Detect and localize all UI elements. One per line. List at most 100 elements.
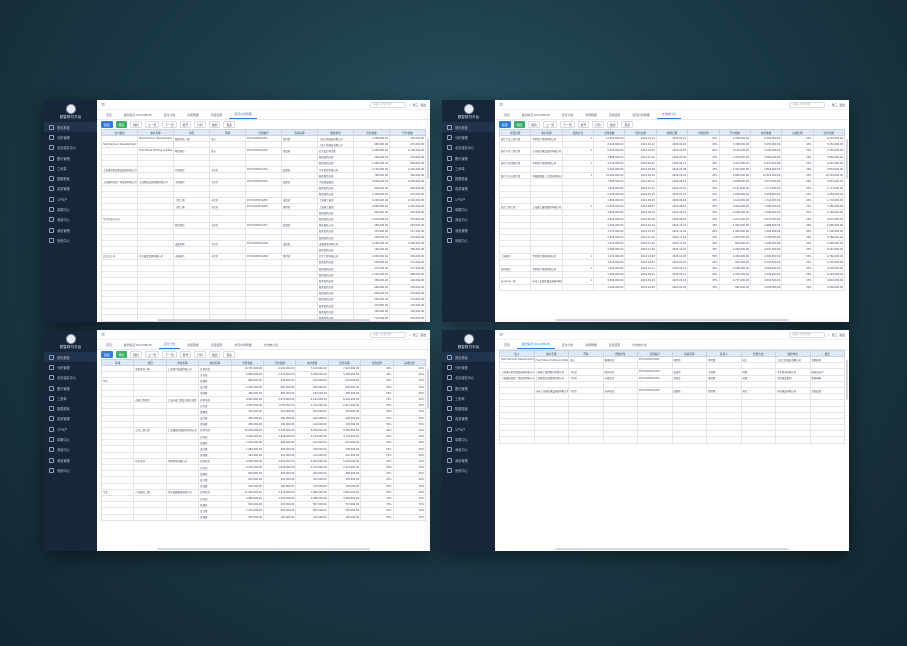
sidebar-item[interactable]: 各类管理 › [442,184,495,194]
sidebar-item[interactable]: 单据中心 › [44,204,97,214]
sidebar-item[interactable]: 履约管理 › [442,383,495,393]
sidebar-item[interactable]: 消息中心 › [44,445,97,455]
toolbar-button[interactable]: 导出 [115,121,128,128]
tab[interactable]: 月度结算 [604,342,626,349]
sidebar-item[interactable]: 北京建信中心 › [442,373,495,383]
sidebar-item[interactable]: 数据看板 › [44,173,97,183]
sidebar-item[interactable]: 分析管理 › [44,132,97,142]
sidebar-item[interactable]: 北京建信中心 › [44,143,97,153]
toolbar-button[interactable]: 更多 [223,351,236,358]
sidebar-item[interactable]: 分析管理 › [442,132,495,142]
sidebar-item[interactable]: 工资单 › [44,163,97,173]
toolbar-button[interactable]: 刷新 [130,351,142,358]
search-input[interactable]: 请输入搜索内容 [789,101,826,108]
sidebar-item[interactable]: 消息管理 › [44,225,97,235]
tab[interactable]: 月度结算 [206,342,228,349]
sidebar-item[interactable]: 首页看板 › [442,122,495,133]
sidebar-item[interactable]: 系统中心 › [442,235,495,245]
sidebar-item[interactable]: 消息中心 › [442,215,495,225]
sidebar-item[interactable]: 首页看板 › [442,352,495,363]
user-menu[interactable]: ⌕ 张三 退出 [828,103,845,107]
search-icon[interactable]: ⌕ [409,333,411,337]
logout-link[interactable]: 退出 [420,103,426,107]
toolbar-button[interactable]: 打印 [194,121,206,128]
sidebar-item[interactable]: 单据中心 › [44,434,97,444]
sidebar-item[interactable]: 数据看板 › [442,173,495,183]
sidebar-item[interactable]: 北京建信中心 › [442,143,495,153]
sidebar-item[interactable]: 工资单 › [442,393,495,403]
toolbar-button[interactable]: 筛选 [499,121,511,128]
sidebar-item[interactable]: 履约管理 › [44,153,97,163]
tab[interactable]: 付款统计表 [259,342,283,349]
sidebar-item[interactable]: 消息中心 › [44,215,97,225]
logout-link[interactable]: 退出 [839,103,845,107]
sidebar-item[interactable]: 1户8户 › [44,424,97,434]
toolbar-button[interactable]: 上一页 [542,121,558,128]
user-menu[interactable]: ⌕ 张三 退出 [409,333,426,337]
toolbar-button[interactable]: 打印 [194,351,206,358]
tab[interactable]: 履约情况 NOAHMOB [516,341,555,349]
vertical-scrollbar[interactable] [427,369,429,409]
tab[interactable]: 首页 [499,112,515,119]
tab[interactable]: 款项明细 [182,342,204,349]
toolbar-button[interactable]: 收起 [606,121,619,128]
sidebar-item[interactable]: 履约管理 › [442,153,495,163]
toolbar-button[interactable]: 展开 [179,351,192,358]
sidebar-item[interactable]: 数据看板 › [44,403,97,413]
menu-toggle-icon[interactable]: ≡ [499,332,503,338]
sidebar-item[interactable]: 北京建信中心 › [44,373,97,383]
logout-link[interactable]: 退出 [839,333,845,337]
toolbar-button[interactable]: 下一页 [162,121,177,128]
sidebar-item[interactable]: 数据看板 › [442,403,495,413]
toolbar-button[interactable]: 更多 [223,121,236,128]
sidebar-item[interactable]: 单据中心 › [442,434,495,444]
toolbar-button[interactable]: 刷新 [130,121,142,128]
horizontal-scrollbar[interactable] [157,319,370,321]
toolbar-button[interactable]: 导出 [115,351,128,358]
search-icon[interactable]: ⌕ [828,103,830,107]
toolbar-button[interactable]: 刷新 [528,121,540,128]
toolbar-button[interactable]: 上一页 [144,351,160,358]
vertical-scrollbar[interactable] [427,139,429,179]
tab[interactable]: 首页 [101,112,117,119]
sidebar-item[interactable]: 消息管理 › [442,225,495,235]
sidebar-item[interactable]: 工资单 › [44,393,97,403]
tab[interactable]: 首页 [499,342,515,349]
toolbar-button[interactable]: 筛选 [101,351,113,358]
tab[interactable]: 履约情况 NOAHMOB [119,342,157,349]
tab[interactable]: 首页 [101,342,117,349]
sidebar-item[interactable]: 工资单 › [442,163,495,173]
sidebar-item[interactable]: 单据中心 › [442,204,495,214]
toolbar-button[interactable]: 展开 [179,121,192,128]
tab[interactable]: 应付计划 [158,341,181,349]
search-input[interactable]: 请输入搜索内容 [370,331,407,338]
toolbar-button[interactable]: 下一页 [162,351,177,358]
toolbar-button[interactable]: 下一页 [560,121,575,128]
toolbar-button[interactable]: 收起 [208,351,221,358]
sidebar-item[interactable]: 1户8户 › [442,424,495,434]
search-icon[interactable]: ⌕ [409,103,411,107]
search-icon[interactable]: ⌕ [828,333,830,337]
horizontal-scrollbar[interactable] [555,548,789,550]
toolbar-button[interactable]: 展开 [577,121,590,128]
search-input[interactable]: 请输入搜索内容 [789,331,826,338]
sidebar-item[interactable]: 系统中心 › [442,465,495,475]
menu-toggle-icon[interactable]: ≡ [101,102,105,108]
sidebar-item[interactable]: 1户8户 › [44,194,97,204]
horizontal-scrollbar[interactable] [555,319,789,321]
tab[interactable]: 应付计划 [557,112,579,119]
toolbar-button[interactable]: 上一页 [144,121,160,128]
user-menu[interactable]: ⌕ 张三 退出 [828,333,845,337]
sidebar-item[interactable]: 各类管理 › [44,414,97,424]
tab[interactable]: 合同付款明细 [229,342,256,349]
user-menu[interactable]: ⌕ 张三 退出 [409,103,426,107]
vertical-scrollbar[interactable] [846,139,848,179]
tab[interactable]: 月度结算 [206,112,228,119]
tab[interactable]: 合同付款明细 [229,111,257,119]
sidebar-item[interactable]: 首页看板 › [44,122,97,133]
sidebar-item[interactable]: 履约管理 › [44,383,97,393]
sidebar-item[interactable]: 消息管理 › [442,455,495,465]
sidebar-item[interactable]: 首页看板 › [44,352,97,363]
tab[interactable]: 款项明细 [580,342,602,349]
vertical-scrollbar[interactable] [846,360,848,400]
